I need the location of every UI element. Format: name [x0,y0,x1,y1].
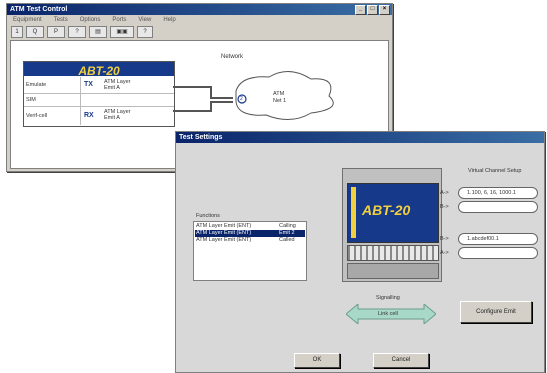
toolbar: 1 Q P ? ▤ ▣▣ ? [7,25,392,40]
rack-connector-panel [347,245,439,261]
list-item-text: ATM Layer Emit (ENT) [196,237,252,243]
menu-bar: Equipment Tests Options Ports View Help [7,15,392,25]
list-item-status: Called [279,237,295,243]
vc-row-prefix: A-> [440,190,449,196]
toolbar-grid-button[interactable]: ▤ [89,26,107,38]
main-window-title: ATM Test Control [10,6,68,13]
vc-row: A-> 1.100, 6, 16, 1000.1 [440,187,540,199]
menu-view[interactable]: View [138,15,151,25]
toolbar-panels-button[interactable]: ▣▣ [110,26,134,38]
minimize-button[interactable]: _ [355,5,366,15]
cancel-button[interactable]: Cancel [373,353,429,368]
window-controls: _ □ × [355,5,390,15]
vc-row: B-> 1.abcdef00.1 [440,233,540,245]
cloud-line-1: ATM [273,91,285,97]
vc-field-value: 1.abcdef00.1 [467,236,499,242]
device-rack: ABT-20 [342,168,442,282]
list-label: Functions [196,213,220,219]
list-item-text: ATM Layer Emit (ENT) [196,223,252,229]
test-settings-dialog: Test Settings Functions ATM Layer Emit (… [175,131,545,373]
dialog-title: Test Settings [179,134,223,141]
menu-ports[interactable]: Ports [112,15,126,25]
configure-emit-button[interactable]: Configure Emit [460,301,532,323]
menu-tests[interactable]: Tests [54,15,68,25]
vc-field[interactable] [458,201,538,213]
list-item-text: ATM Layer Emit (ENT) [196,230,252,236]
vc-row: A-> [440,247,540,259]
vc-row-prefix: B-> [440,204,449,210]
vc-row-prefix: A-> [440,250,449,256]
list-item[interactable]: ATM Layer Emit (ENT) Calling [195,223,305,230]
device-screen-label: ABT-20 [362,202,411,218]
main-window-titlebar: ATM Test Control _ □ × [7,4,392,15]
maximize-button[interactable]: □ [367,5,378,15]
list-item-selected[interactable]: ATM Layer Emit (ENT) Emit 2 [195,230,305,237]
vc-field[interactable] [458,247,538,259]
cloud-badge: 2 [240,96,243,102]
connection-line-upper [173,86,233,99]
rack-base [347,263,439,279]
list-item-status: Calling [279,223,296,229]
vc-row: B-> [440,201,540,213]
toolbar-search-button[interactable]: Q [26,26,44,38]
vc-field[interactable]: 1.100, 6, 16, 1000.1 [458,187,538,199]
cloud-shape [235,71,334,120]
toolbar-button-q[interactable]: ? [68,26,86,38]
arrow-label: Link cell [378,311,398,317]
menu-options[interactable]: Options [80,15,101,25]
ok-button[interactable]: OK [294,353,340,368]
connection-line-lower [173,101,233,112]
cloud-line-2: Net 1 [273,98,287,104]
list-item-status: Emit 2 [279,230,295,236]
vc-row-prefix: B-> [440,236,449,242]
vc-setup-title: Virtual Channel Setup [468,168,522,174]
yellow-strip [351,187,356,238]
toolbar-button-p[interactable]: P [47,26,65,38]
toolbar-button-1[interactable]: 1 [11,26,23,38]
menu-help[interactable]: Help [163,15,175,25]
menu-equipment[interactable]: Equipment [13,15,42,25]
vc-field[interactable]: 1.abcdef00.1 [458,233,538,245]
close-button[interactable]: × [379,5,390,15]
function-list[interactable]: ATM Layer Emit (ENT) Calling ATM Layer E… [193,221,307,281]
toolbar-help-button[interactable]: ? [137,26,153,38]
connection-caption: Signalling [376,295,400,301]
vc-field-value: 1.100, 6, 16, 1000.1 [467,190,516,196]
device-screen: ABT-20 [347,183,439,243]
dialog-titlebar: Test Settings [176,132,544,143]
list-item[interactable]: ATM Layer Emit (ENT) Called [195,237,305,244]
